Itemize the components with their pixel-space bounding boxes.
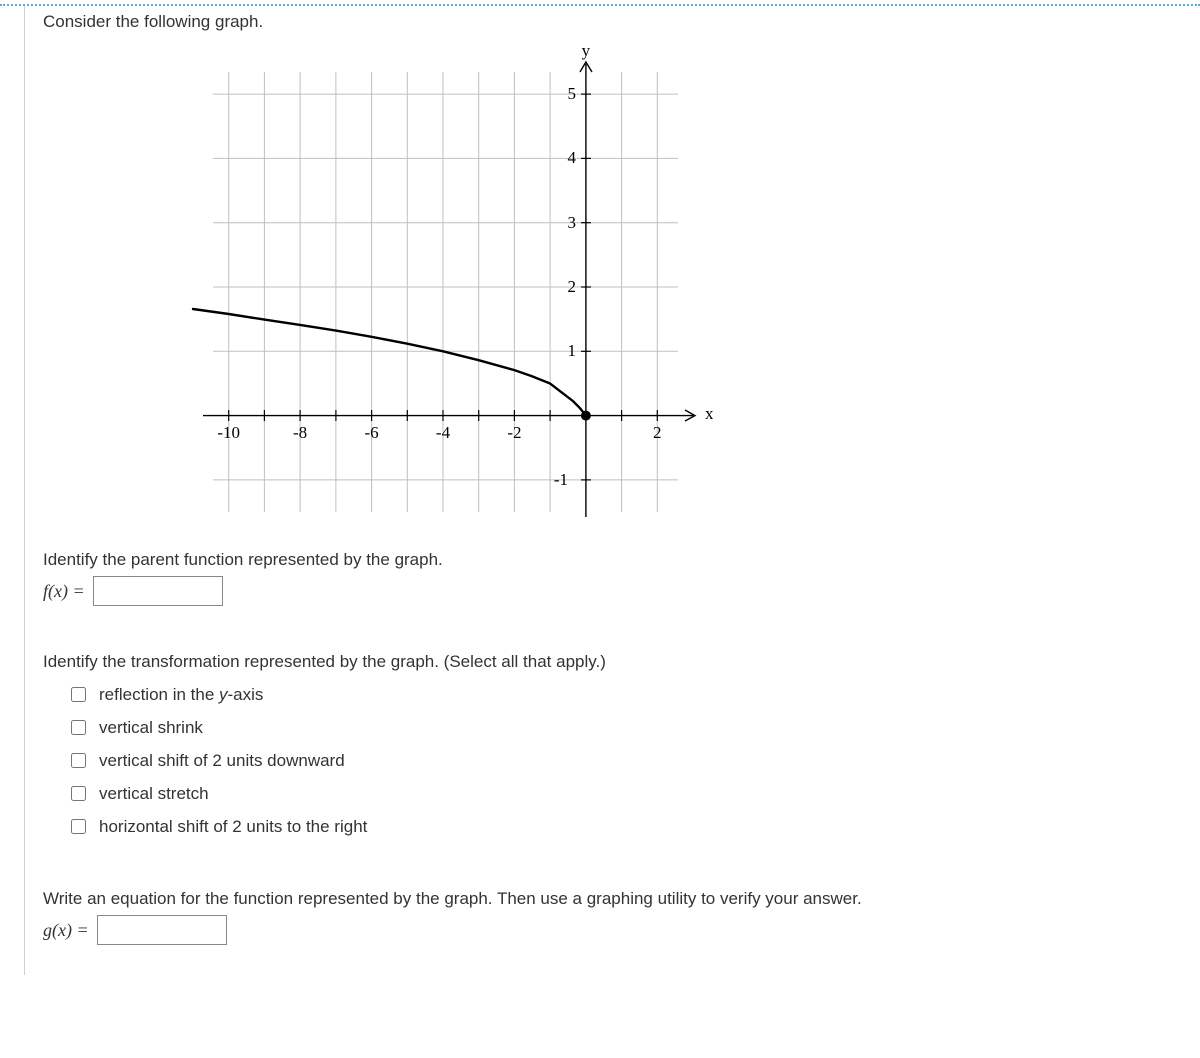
q2-checkbox-0[interactable] [71,687,86,702]
q2-options: reflection in the y-axis vertical shrink… [67,678,1186,843]
xtick-0: -10 [217,423,240,442]
q2-option-4[interactable]: horizontal shift of 2 units to the right [67,810,1186,843]
q2-option-label-3: vertical stretch [99,784,209,804]
q1-answer-row: f(x) = [43,576,1186,606]
problem-content: Consider the following graph. [24,6,1200,975]
q3-prompt: Write an equation for the function repre… [43,889,1186,909]
q1-prompt: Identify the parent function represented… [43,550,1186,570]
q3-answer-input[interactable] [97,915,227,945]
q2-option-label-2: vertical shift of 2 units downward [99,751,345,771]
q2-option-3[interactable]: vertical stretch [67,777,1186,810]
q3-lhs: g(x) = [43,920,89,941]
ytick-0: -1 [554,470,568,489]
q2-option-label-4: horizontal shift of 2 units to the right [99,817,367,837]
xtick-5: 2 [653,423,662,442]
endpoint-dot [581,411,591,421]
axis-labels: y x -10 -8 -6 -4 -2 2 5 4 3 2 1 -1 [217,42,713,489]
q3-answer-row: g(x) = [43,915,1186,945]
q2-prompt: Identify the transformation represented … [43,652,1186,672]
q1-answer-input[interactable] [93,576,223,606]
q2-option-label-0: reflection in the y-axis [99,685,263,705]
ytick-5: 5 [568,84,577,103]
grid-vertical [229,72,658,512]
intro-text: Consider the following graph. [43,6,1186,42]
x-axis-label: x [705,404,713,423]
xtick-1: -8 [293,423,307,442]
xtick-3: -4 [436,423,451,442]
q2-option-0[interactable]: reflection in the y-axis [67,678,1186,711]
q1-lhs: f(x) = [43,581,85,602]
q2-option-2[interactable]: vertical shift of 2 units downward [67,744,1186,777]
ytick-3: 3 [568,213,577,232]
graph-svg: y x -10 -8 -6 -4 -2 2 5 4 3 2 1 -1 [173,42,713,532]
ytick-4: 4 [568,148,577,167]
q2-checkbox-1[interactable] [71,720,86,735]
q2-option-label-1: vertical shrink [99,718,203,738]
graph-figure: y x -10 -8 -6 -4 -2 2 5 4 3 2 1 -1 [173,42,713,532]
xtick-4: -2 [507,423,521,442]
q2-checkbox-2[interactable] [71,753,86,768]
q2-checkbox-3[interactable] [71,786,86,801]
xtick-2: -6 [365,423,379,442]
q2-option-1[interactable]: vertical shrink [67,711,1186,744]
ytick-1: 1 [568,341,577,360]
q2-checkbox-4[interactable] [71,819,86,834]
ytick-2: 2 [568,277,577,296]
curve-path [193,309,586,416]
y-axis-label: y [582,42,591,60]
